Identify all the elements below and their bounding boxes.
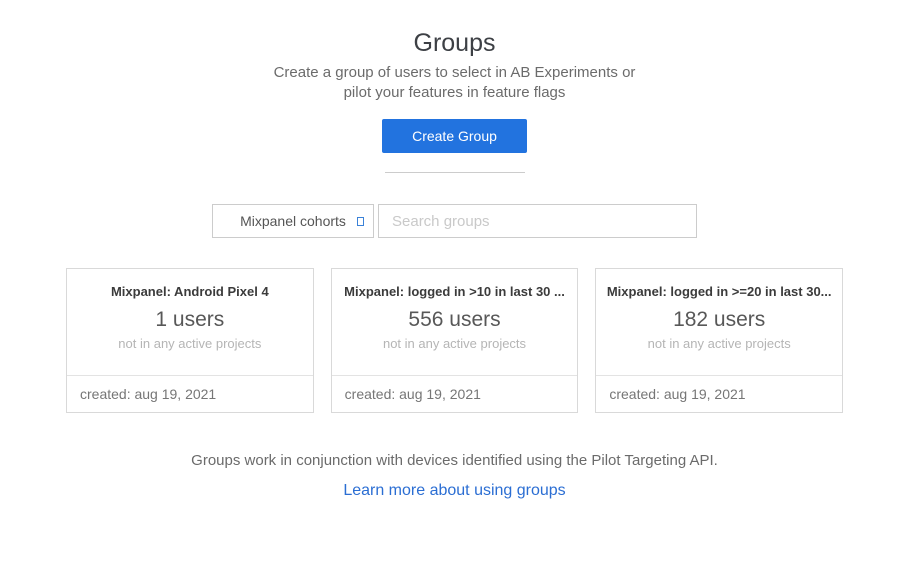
groups-page: Groups Create a group of users to select… [0, 28, 909, 586]
cohort-source-dropdown-value: Mixpanel cohorts [240, 213, 346, 229]
group-card-body: Mixpanel: logged in >10 in last 30 ... 5… [332, 269, 578, 375]
group-created-date: created: aug 19, 2021 [596, 375, 842, 412]
group-name: Mixpanel: Android Pixel 4 [67, 283, 313, 300]
group-card[interactable]: Mixpanel: logged in >=20 in last 30... 1… [595, 268, 843, 413]
group-card-body: Mixpanel: Android Pixel 4 1 users not in… [67, 269, 313, 375]
cohort-source-dropdown[interactable]: Mixpanel cohorts [212, 204, 374, 238]
group-users-count: 182 users [596, 308, 842, 332]
create-group-button[interactable]: Create Group [382, 119, 527, 153]
group-name: Mixpanel: logged in >=20 in last 30... [596, 283, 842, 300]
group-card[interactable]: Mixpanel: logged in >10 in last 30 ... 5… [331, 268, 579, 413]
footer-info-text: Groups work in conjunction with devices … [0, 451, 909, 470]
group-projects-note: not in any active projects [67, 335, 313, 352]
page-subtitle: Create a group of users to select in AB … [0, 63, 909, 103]
learn-more-link[interactable]: Learn more about using groups [343, 481, 565, 501]
group-projects-note: not in any active projects [596, 335, 842, 352]
group-projects-note: not in any active projects [332, 335, 578, 352]
group-card[interactable]: Mixpanel: Android Pixel 4 1 users not in… [66, 268, 314, 413]
header-divider [385, 172, 525, 173]
page-title: Groups [0, 28, 909, 58]
dropdown-glyph-icon [357, 217, 364, 226]
group-created-date: created: aug 19, 2021 [332, 375, 578, 412]
page-subtitle-line2: pilot your features in feature flags [0, 83, 909, 103]
group-users-count: 1 users [67, 308, 313, 332]
group-card-body: Mixpanel: logged in >=20 in last 30... 1… [596, 269, 842, 375]
search-groups-input[interactable] [378, 204, 697, 238]
group-users-count: 556 users [332, 308, 578, 332]
page-subtitle-line1: Create a group of users to select in AB … [0, 63, 909, 83]
group-created-date: created: aug 19, 2021 [67, 375, 313, 412]
filter-row: Mixpanel cohorts [0, 204, 909, 238]
group-name: Mixpanel: logged in >10 in last 30 ... [332, 283, 578, 300]
groups-list: Mixpanel: Android Pixel 4 1 users not in… [66, 268, 843, 413]
